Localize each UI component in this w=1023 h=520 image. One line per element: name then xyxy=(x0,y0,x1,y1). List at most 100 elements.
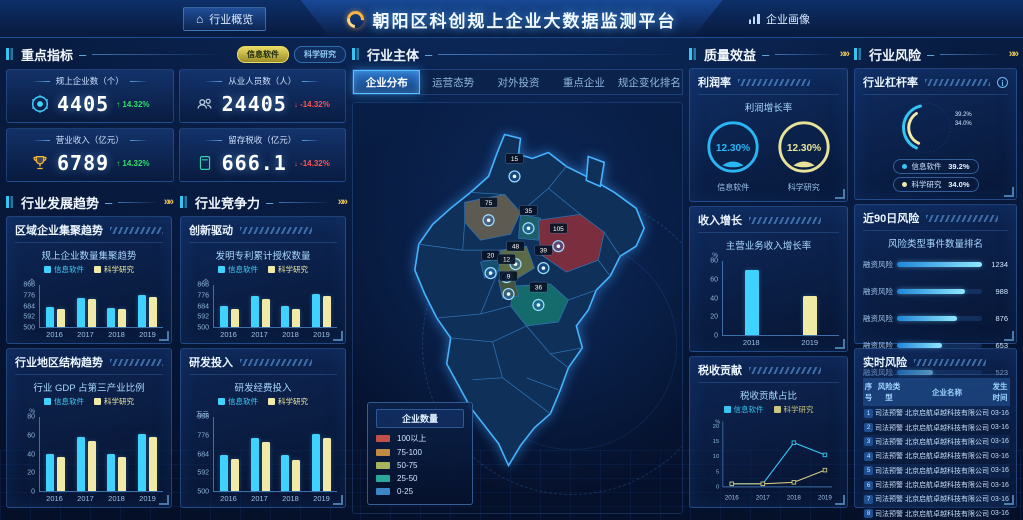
table-row[interactable]: 2司法预警北京启航卓越科技有限公司03-16 xyxy=(863,420,1010,434)
industry-filter-badges: 信息软件科学研究 xyxy=(237,46,346,63)
svg-text:39.2%: 39.2% xyxy=(955,112,973,118)
info-icon[interactable]: i xyxy=(997,77,1008,88)
ring-gauge: 12.30% 信息软件 xyxy=(704,118,762,193)
chart-rnd: 研发经费投入信息软件科学研究万元868776684592500201620172… xyxy=(189,378,337,503)
more-chevrons[interactable]: »» xyxy=(1009,48,1017,60)
kpi-label: 从业人员数（人） xyxy=(184,75,342,87)
kpi-label: 留存税收（亿元） xyxy=(184,134,342,146)
y-axis: %806040200 xyxy=(15,417,39,492)
tab-对外投资[interactable]: 对外投资 xyxy=(486,70,551,94)
plot-area xyxy=(213,417,337,492)
hatch-decoration xyxy=(738,79,810,86)
nav-enterprise-profile-label: 企业画像 xyxy=(766,11,810,27)
medal-icon xyxy=(30,94,50,114)
section-title: 质量效益 xyxy=(704,45,756,64)
table-row[interactable]: 1司法预警北京启航卓越科技有限公司03-16 xyxy=(863,406,1010,420)
more-chevrons[interactable]: »» xyxy=(840,48,848,60)
ring-gauge: 12.30% 科学研究 xyxy=(775,118,833,193)
hatch-decoration xyxy=(110,227,163,234)
table-header: 企业名称 xyxy=(904,378,990,406)
map-legend-item: 0-25 xyxy=(376,487,464,496)
panel-innovation: 创新驱动 发明专利累计授权数量信息软件科学研究个8687766845925002… xyxy=(180,216,346,344)
bar xyxy=(57,309,65,327)
more-chevrons[interactable]: »» xyxy=(338,196,346,208)
bar xyxy=(138,295,146,327)
panel-title: 行业地区结构趋势 xyxy=(15,354,103,370)
filter-badge[interactable]: 科学研究 xyxy=(294,46,346,63)
svg-text:20: 20 xyxy=(713,424,719,430)
legend-pill: 信息软件39.2% xyxy=(893,159,979,174)
hatch-decoration xyxy=(749,367,821,374)
more-chevrons[interactable]: »» xyxy=(164,196,172,208)
gauge-label: 信息软件 xyxy=(704,182,762,193)
map-legend-item: 100以上 xyxy=(376,433,464,444)
chart-legend: 信息软件科学研究 xyxy=(698,404,839,415)
section-industry-trend: 行业发展趋势 – »» 区域企业集聚趋势 规上企业数量集聚趋势信息软件科学研究个… xyxy=(6,192,172,514)
panel-profit-rate: 利润率 利润增长率 12.30% 信息软件 12.30% 科学研究 xyxy=(689,68,848,202)
bar xyxy=(231,309,239,327)
plot-area xyxy=(39,285,163,328)
table-row[interactable]: 8司法预警北京启航卓越科技有限公司03-16 xyxy=(863,507,1010,520)
svg-text:2017: 2017 xyxy=(756,494,770,501)
bar xyxy=(745,270,759,335)
svg-text:10: 10 xyxy=(713,454,719,460)
svg-text:9: 9 xyxy=(507,274,511,281)
tab-规企变化排名[interactable]: 规企变化排名 xyxy=(617,70,682,94)
table-row[interactable]: 6司法预警北京启航卓越科技有限公司03-16 xyxy=(863,478,1010,492)
panel-title: 区域企业集聚趋势 xyxy=(15,222,103,238)
table-header: 序号 xyxy=(863,378,874,406)
hatch-decoration xyxy=(110,359,163,366)
map-legend-item: 75-100 xyxy=(376,448,464,457)
bar-chart-icon xyxy=(749,14,760,24)
section-bars-icon xyxy=(352,48,361,60)
bar xyxy=(118,457,126,491)
bar xyxy=(220,455,228,491)
tab-运营态势[interactable]: 运营态势 xyxy=(420,70,485,94)
table-row[interactable]: 3司法预警北京启航卓越科技有限公司03-16 xyxy=(863,435,1010,449)
kpi-delta: ↓ -14.32% xyxy=(294,100,330,109)
tab-重点企业[interactable]: 重点企业 xyxy=(551,70,616,94)
nav-industry-overview[interactable]: ⌂ 行业概览 xyxy=(183,7,266,31)
table-row[interactable]: 5司法预警北京启航卓越科技有限公司03-16 xyxy=(863,464,1010,478)
realtime-risk-table: 序号风险类型企业名称发生时间1司法预警北京启航卓越科技有限公司03-162司法预… xyxy=(863,378,1010,520)
kpi-cards: 规上企业数（个） 4405 ↑ 14.32% 从业人员数（人） 24405 ↓ … xyxy=(6,69,346,182)
realtime-risk-table-wrap: 序号风险类型企业名称发生时间1司法预警北京启航卓越科技有限公司03-162司法预… xyxy=(863,378,1008,520)
x-axis-labels: 2016201720182019 xyxy=(213,328,337,339)
svg-text:20: 20 xyxy=(487,253,495,260)
section-bars-icon xyxy=(854,48,863,60)
chart-tax: 税收贡献占比 信息软件科学研究 % 20151050 2016201720182… xyxy=(698,386,839,503)
map-legend-rows: 100以上75-10050-7525-500-25 xyxy=(376,433,464,496)
svg-text:2018: 2018 xyxy=(787,494,801,501)
panel-title: 研发投入 xyxy=(189,354,233,370)
table-row[interactable]: 7司法预警北京启航卓越科技有限公司03-16 xyxy=(863,492,1010,506)
hatch-decoration xyxy=(926,215,998,222)
nav-enterprise-profile[interactable]: 企业画像 xyxy=(737,7,822,31)
y-axis: 个868776684592500 xyxy=(15,285,39,328)
title-bar: 朝阳区科创规上企业大数据监测平台 xyxy=(301,0,723,38)
main-tabs: 企业分布运营态势对外投资重点企业规企变化排名 xyxy=(352,69,683,95)
svg-text:105: 105 xyxy=(553,226,564,233)
chart-title: 行业 GDP 占第三产业比例 xyxy=(15,380,163,394)
bar xyxy=(88,299,96,327)
filter-badge[interactable]: 信息软件 xyxy=(237,46,289,63)
bar xyxy=(107,308,115,327)
panel-title: 收入增长 xyxy=(698,212,742,228)
tab-企业分布[interactable]: 企业分布 xyxy=(353,70,420,94)
bar xyxy=(292,309,300,327)
svg-text:36: 36 xyxy=(535,285,543,292)
panel-title: 行业杠杆率 xyxy=(863,74,918,90)
svg-text:2016: 2016 xyxy=(725,494,739,501)
section-bars-icon xyxy=(6,196,15,208)
bar xyxy=(46,454,54,491)
chart-agglomeration: 规上企业数量集聚趋势信息软件科学研究个868776684592500201620… xyxy=(15,246,163,339)
section-bars-icon xyxy=(6,48,15,60)
bar xyxy=(262,442,270,491)
bar xyxy=(57,457,65,491)
svg-text:5: 5 xyxy=(716,469,719,475)
chart-title: 主营业务收入增长率 xyxy=(698,238,839,252)
plot-area xyxy=(213,285,337,328)
map-legend-title: 企业数量 xyxy=(376,409,464,428)
kpi-delta: ↑ 14.32% xyxy=(116,100,149,109)
table-row[interactable]: 4司法预警北京启航卓越科技有限公司03-16 xyxy=(863,449,1010,463)
section-title: 行业发展趋势 xyxy=(21,193,99,212)
